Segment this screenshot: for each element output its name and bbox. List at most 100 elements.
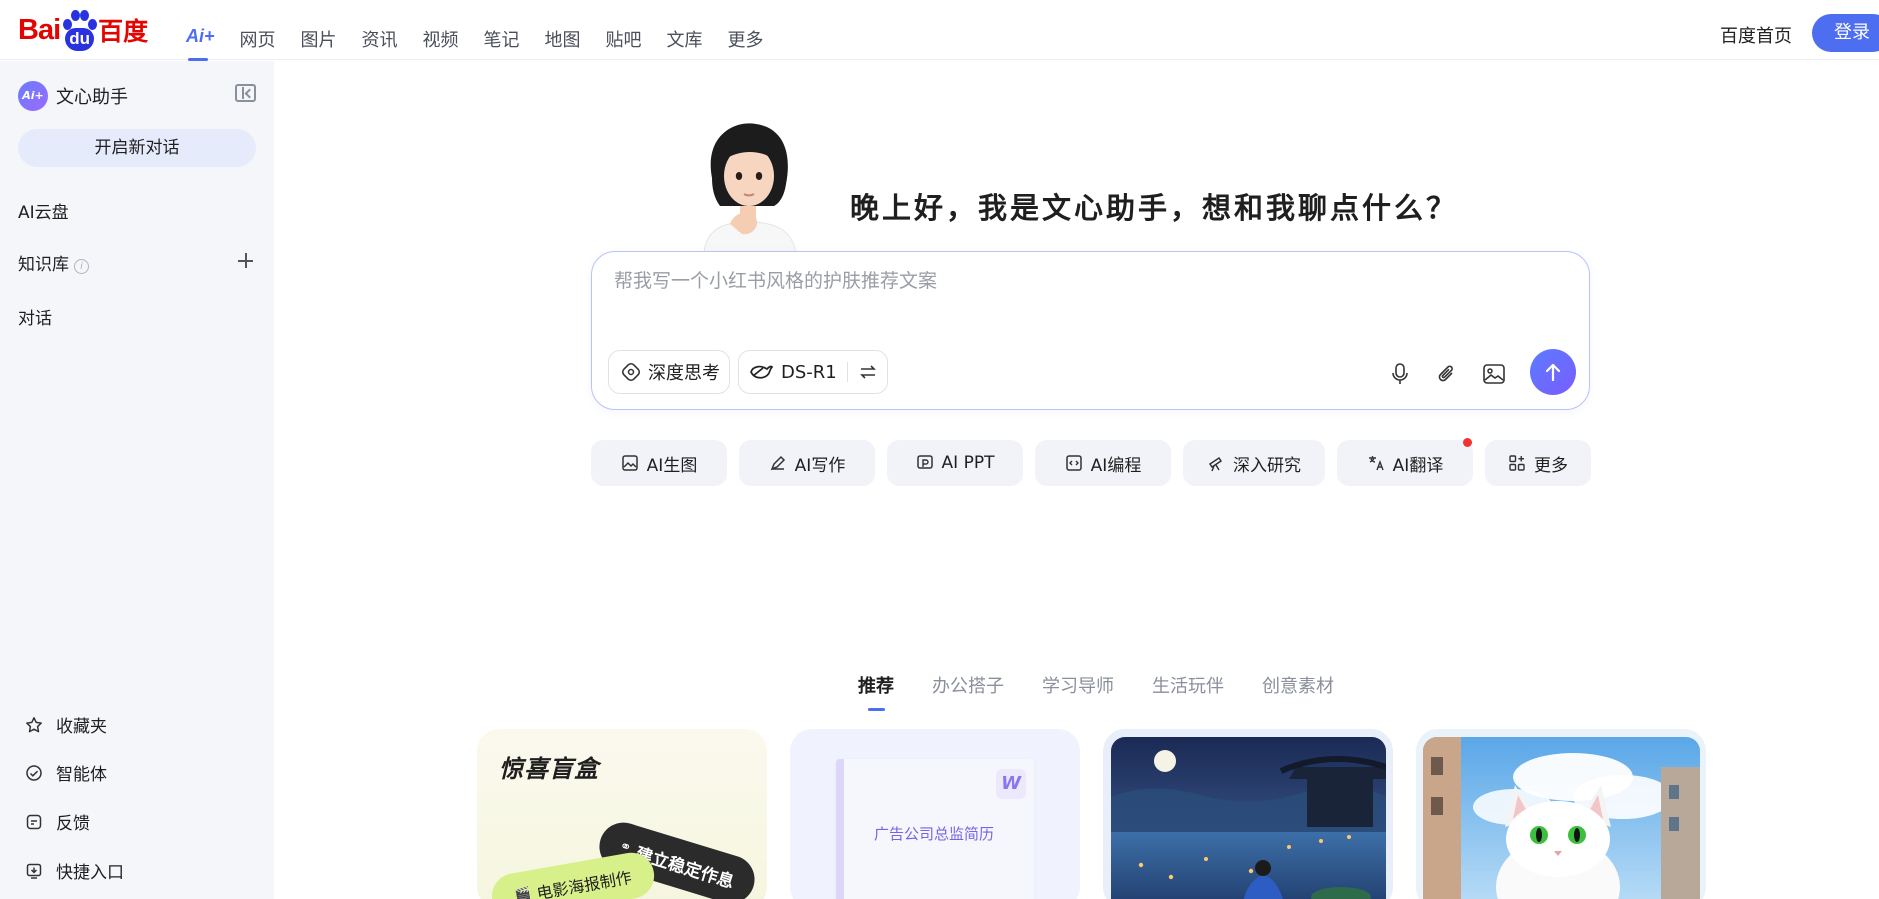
model-selector[interactable]: DS-R1	[738, 350, 888, 394]
chip-divider	[846, 362, 848, 382]
poster-pill-label: 电影海报制作	[535, 867, 634, 899]
logo-text-chinese: 百度	[98, 17, 149, 46]
assistant-avatar: Ai+	[18, 81, 48, 111]
image-gen-icon	[621, 454, 639, 472]
shortcut-icon	[24, 861, 44, 881]
deep-think-icon	[621, 362, 641, 382]
pen-icon	[769, 454, 787, 472]
attachment-icon[interactable]	[1433, 360, 1461, 388]
paw-icon: du	[61, 8, 98, 52]
feedback-label: 反馈	[56, 814, 90, 834]
sidebar-item-shortcut[interactable]: 快捷入口	[24, 858, 124, 883]
moonlit-lake-image	[1111, 737, 1386, 899]
card-surprise-box[interactable]: 惊喜盲盒 ⚭ 建立稳定作息 🎬 电影海报制作	[477, 729, 767, 899]
quick-ai-image[interactable]: AI生图	[591, 440, 727, 486]
telescope-icon	[1207, 454, 1225, 472]
nav-tieba[interactable]: 贴吧	[606, 26, 642, 58]
quick-ai-coding[interactable]: AI编程	[1035, 440, 1171, 486]
card-white-cat[interactable]	[1416, 729, 1706, 899]
nav-images[interactable]: 图片	[301, 26, 337, 58]
quick-label: AI翻译	[1392, 455, 1444, 476]
quick-label: AI写作	[794, 455, 846, 476]
resume-document-preview: W 广告公司总监简历	[836, 759, 1034, 899]
card-title: 惊喜盲盒	[499, 755, 599, 783]
nav-map[interactable]: 地图	[545, 26, 581, 58]
assistant-header[interactable]: Ai+ 文心助手	[18, 81, 128, 111]
nav-web[interactable]: 网页	[240, 26, 276, 58]
star-icon	[24, 715, 44, 735]
agents-label: 智能体	[56, 765, 107, 785]
clapperboard-icon: 🎬	[513, 886, 533, 899]
knowledge-label: 知识库	[18, 255, 69, 275]
tab-recommended[interactable]: 推荐	[858, 672, 894, 711]
quick-ai-writing[interactable]: AI写作	[739, 440, 875, 486]
ppt-icon	[916, 454, 934, 472]
code-icon	[1065, 454, 1083, 472]
sidebar: Ai+ 文心助手 开启新对话 AI云盘 知识库 i 对话 收藏夹 智能体 反馈 快…	[0, 61, 274, 899]
card-resume[interactable]: W 广告公司总监简历	[790, 729, 1080, 899]
new-chat-button[interactable]: 开启新对话	[18, 129, 256, 167]
grid-plus-icon	[1508, 454, 1526, 472]
nav-wenku[interactable]: 文库	[667, 26, 703, 58]
resume-label: 广告公司总监简历	[874, 825, 995, 843]
nav-news[interactable]: 资讯	[362, 26, 398, 58]
quick-label: AI编程	[1090, 455, 1142, 476]
nav-ai-plus[interactable]: Ai+	[186, 26, 215, 61]
top-nav: Ai+ 网页 图片 资讯 视频 笔记 地图 贴吧 文库 更多	[186, 26, 789, 61]
sidebar-item-feedback[interactable]: 反馈	[24, 809, 90, 834]
favorites-label: 收藏夹	[56, 717, 107, 737]
word-badge-icon: W	[996, 769, 1026, 799]
quick-label: AI生图	[646, 455, 698, 476]
arrow-up-icon	[1543, 361, 1563, 383]
sidebar-item-ai-cloud[interactable]: AI云盘	[18, 198, 69, 223]
chat-input-box: 深度思考 DS-R1	[591, 251, 1590, 410]
category-tabs: 推荐 办公搭子 学习导师 生活玩伴 创意素材	[858, 672, 1372, 711]
baidu-logo[interactable]: Bai du 百度	[18, 8, 148, 52]
whale-icon	[749, 362, 773, 382]
deep-think-toggle[interactable]: 深度思考	[608, 350, 730, 394]
white-cat-image	[1423, 737, 1700, 899]
nav-more[interactable]: 更多	[728, 26, 764, 58]
agent-icon	[24, 763, 44, 783]
image-upload-icon[interactable]	[1480, 360, 1508, 388]
quick-more[interactable]: 更多	[1485, 440, 1591, 486]
poster-pill: 🎬 电影海报制作	[488, 849, 658, 899]
add-knowledge-icon[interactable]	[238, 253, 253, 268]
baidu-home-link[interactable]: 百度首页	[1720, 22, 1792, 48]
microphone-icon[interactable]	[1386, 360, 1414, 388]
quick-label: 更多	[1534, 455, 1568, 476]
quick-label: 深入研究	[1233, 455, 1301, 476]
sidebar-item-agents[interactable]: 智能体	[24, 760, 107, 785]
nav-notes[interactable]: 笔记	[484, 26, 520, 58]
top-bar: Bai du 百度 Ai+ 网页 图片 资讯 视频 笔记 地图 贴吧 文库 更多…	[0, 0, 1879, 61]
tab-creative-assets[interactable]: 创意素材	[1262, 672, 1334, 698]
translate-icon	[1367, 454, 1385, 472]
shortcut-label: 快捷入口	[56, 863, 124, 883]
feedback-icon	[24, 812, 44, 832]
card-moonlit-pavilion[interactable]	[1103, 729, 1393, 899]
deep-think-label: 深度思考	[648, 363, 720, 384]
quick-deep-research[interactable]: 深入研究	[1183, 440, 1325, 486]
nav-video[interactable]: 视频	[423, 26, 459, 58]
tab-life-companion[interactable]: 生活玩伴	[1152, 672, 1224, 698]
sidebar-item-chats[interactable]: 对话	[18, 304, 52, 329]
info-icon[interactable]: i	[74, 259, 89, 274]
logo-text-latin: Bai	[18, 13, 61, 46]
logo-paw-text: du	[65, 28, 95, 51]
quick-ai-ppt[interactable]: AI PPT	[887, 440, 1023, 486]
login-button[interactable]: 登录	[1812, 14, 1879, 52]
chat-input[interactable]	[614, 266, 1514, 306]
sidebar-item-favorites[interactable]: 收藏夹	[24, 712, 107, 737]
send-button[interactable]	[1530, 349, 1576, 395]
assistant-character-illustration	[690, 118, 808, 253]
tab-office-buddy[interactable]: 办公搭子	[932, 672, 1004, 698]
quick-ai-translate[interactable]: AI翻译	[1337, 438, 1473, 486]
quick-label: AI PPT	[941, 453, 995, 473]
model-label: DS-R1	[781, 361, 837, 383]
assistant-name: 文心助手	[56, 87, 128, 108]
tab-study-tutor[interactable]: 学习导师	[1042, 672, 1114, 698]
sidebar-item-knowledge[interactable]: 知识库 i	[18, 250, 89, 275]
greeting-heading: 晚上好，我是文心助手，想和我聊点什么？	[850, 191, 1459, 225]
switch-model-icon[interactable]	[858, 363, 878, 381]
collapse-sidebar-icon[interactable]	[235, 84, 256, 102]
